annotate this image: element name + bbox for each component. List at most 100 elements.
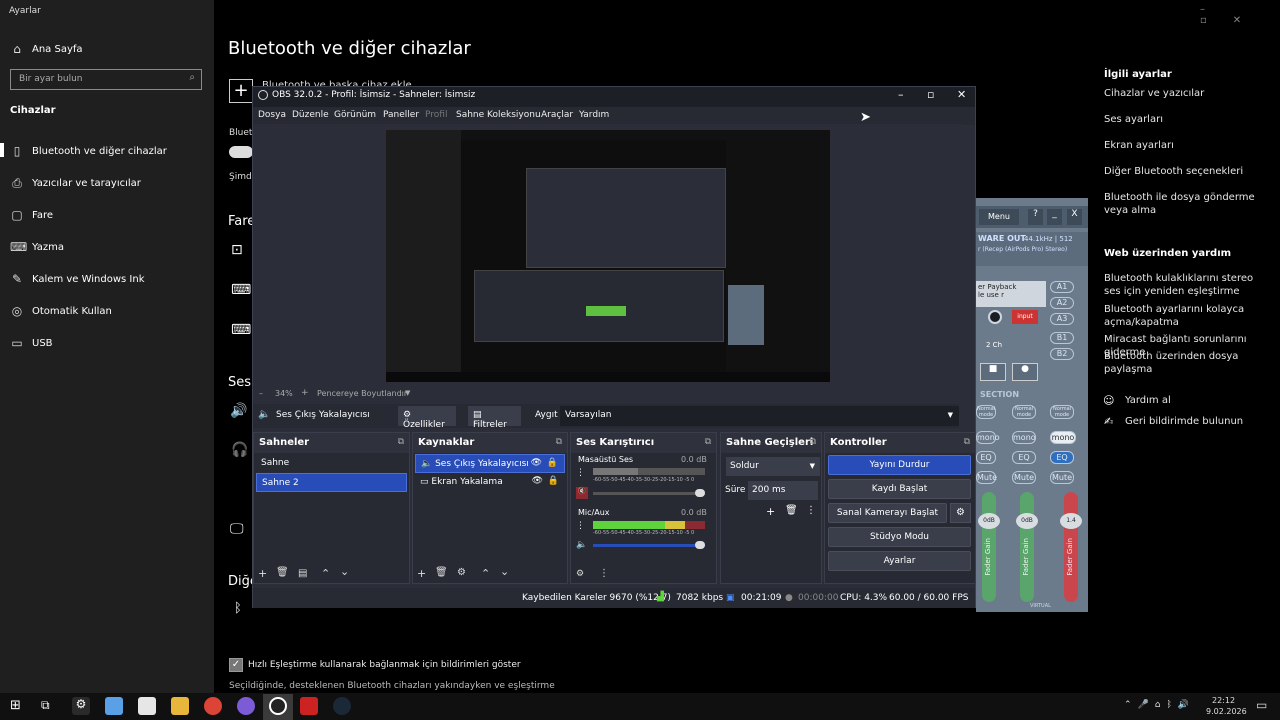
source-item[interactable]: ▭ Ekran Yakalama 👁 🔒 [415, 473, 565, 492]
gear-icon[interactable]: ⚙ [457, 567, 466, 578]
eye-icon[interactable]: 👁 [531, 458, 542, 468]
speaker-icon[interactable]: 🔈 [576, 540, 587, 550]
vm-bus-a1[interactable]: A1 [1050, 281, 1074, 293]
discord-icon[interactable] [237, 697, 255, 715]
vm-eq-button-active[interactable]: EQ [1050, 451, 1074, 464]
menu-tools[interactable]: Araçlar [541, 110, 573, 120]
nav-printers[interactable]: ⎙ Yazıcılar ve tarayıcılar [10, 176, 141, 191]
help-link[interactable]: Bluetooth ayarlarını kolayca açma/kapatm… [1104, 303, 1264, 329]
vm-mono-button-active[interactable]: mono [1050, 431, 1076, 444]
add-icon[interactable]: + [417, 567, 426, 580]
menu-view[interactable]: Görünüm [334, 110, 376, 120]
vm-bus-b1[interactable]: B1 [1050, 332, 1074, 344]
tray-icons[interactable]: ⌃🎤⌂ᛒ🔊 [1124, 700, 1195, 710]
vm-mute-button[interactable]: Mute [1050, 471, 1074, 484]
vm-mono-button[interactable]: mono [976, 431, 1000, 444]
eye-icon[interactable]: 👁 [532, 476, 543, 486]
popout-icon[interactable]: ⧉ [810, 437, 816, 447]
vm-stop-button[interactable]: ■ [980, 363, 1006, 381]
vm-fader-knob[interactable]: 0dB [978, 513, 1000, 529]
related-link[interactable]: Bluetooth ile dosya gönderme veya alma [1104, 191, 1264, 217]
volume-slider-handle[interactable] [695, 541, 705, 549]
bluetooth-toggle[interactable] [229, 146, 253, 158]
volume-slider[interactable] [593, 492, 705, 495]
kebab-icon[interactable]: ⋮ [576, 521, 585, 531]
nav-autoplay[interactable]: ◎ Otomatik Kullan [10, 304, 112, 318]
vm-mode-button[interactable]: Normal mode [976, 405, 996, 419]
device-select[interactable]: Varsayılan ▼ [560, 406, 959, 426]
preview-canvas[interactable] [386, 130, 830, 382]
chevron-down-icon[interactable]: ▼ [405, 389, 410, 397]
vm-minimize-button[interactable]: _ [1047, 209, 1062, 225]
nav-typing[interactable]: ⌨ Yazma [10, 240, 64, 254]
kebab-icon[interactable]: ⋮ [576, 468, 585, 478]
scene-item[interactable]: Sahne [256, 454, 407, 473]
studio-mode-button[interactable]: Stüdyo Modu [828, 527, 971, 547]
close-icon[interactable]: ✕ [957, 88, 966, 101]
mute-icon[interactable]: 🔇 [576, 487, 588, 499]
popout-icon[interactable]: ⧉ [556, 437, 562, 447]
start-icon[interactable]: ⊞ [10, 698, 21, 713]
zoom-fit[interactable]: Pencereye Boyutlandır [317, 389, 407, 398]
chevron-down-icon[interactable]: ⌄ [500, 565, 509, 578]
home-link[interactable]: ⌂ Ana Sayfa [10, 42, 82, 56]
help-link[interactable]: Bluetooth kulaklıklarını stereo ses için… [1104, 272, 1264, 298]
start-virtual-camera-button[interactable]: Sanal Kamerayı Başlat [828, 503, 947, 523]
related-link[interactable]: Ekran ayarları [1104, 139, 1264, 152]
vm-fader-knob[interactable]: 1.4 [1060, 513, 1082, 529]
folder-icon[interactable] [171, 697, 189, 715]
popout-icon[interactable]: ⧉ [398, 437, 404, 447]
filters-button[interactable]: ▤ Filtreler [468, 406, 521, 430]
source-item-selected[interactable]: 🔈 Ses Çıkış Yakalayıcısı 👁 🔒 [415, 454, 565, 473]
vm-fader-knob[interactable]: 0dB [1016, 513, 1038, 529]
nav-bluetooth[interactable]: ▯ Bluetooth ve diğer cihazlar [10, 144, 167, 158]
vm-eq-button[interactable]: EQ [1012, 451, 1036, 464]
popout-icon[interactable]: ⧉ [705, 437, 711, 447]
notification-icon[interactable]: ▭ [1256, 698, 1267, 712]
vm-record-button[interactable]: ● [1012, 363, 1038, 381]
gear-icon[interactable]: ⚙ [576, 569, 584, 579]
related-link[interactable]: Cihazlar ve yazıcılar [1104, 87, 1264, 100]
clock-time[interactable]: 22:12 [1212, 696, 1235, 705]
add-icon[interactable]: + [258, 567, 267, 580]
maximize-icon[interactable]: ▫ [927, 88, 934, 101]
window-controls[interactable]: –▫✕ [1200, 4, 1280, 26]
chevron-down-icon[interactable]: ⌄ [340, 565, 349, 578]
steam-icon[interactable] [333, 697, 351, 715]
related-link[interactable]: Diğer Bluetooth seçenekleri [1104, 165, 1264, 178]
vm-bus-a3[interactable]: A3 [1050, 313, 1074, 325]
feedback-link[interactable]: Geri bildirimde bulunun [1125, 416, 1243, 427]
nav-usb[interactable]: ▭ USB [10, 336, 52, 350]
vm-mute-button[interactable]: Mute [976, 471, 997, 484]
vm-mono-button[interactable]: mono [1012, 431, 1036, 444]
kebab-icon[interactable]: ⋮ [806, 505, 816, 516]
get-help-link[interactable]: Yardım al [1125, 395, 1171, 406]
menu-edit[interactable]: Düzenle [292, 110, 329, 120]
zoom-in-icon[interactable]: + [301, 388, 309, 398]
search-icon[interactable]: ⌕ [189, 72, 195, 83]
add-icon[interactable]: + [766, 505, 775, 518]
settings-app-icon[interactable]: ⚙ [72, 697, 90, 715]
scene-item-selected[interactable]: Sahne 2 [256, 473, 407, 492]
menu-scene-collection[interactable]: Sahne Koleksiyonu [456, 110, 541, 120]
nav-pen[interactable]: ✎ Kalem ve Windows Ink [10, 272, 145, 286]
add-device-icon[interactable]: + [229, 79, 253, 103]
vm-menu-button[interactable]: Menu [979, 209, 1019, 225]
search-input[interactable]: Bir ayar bulun ⌕ [10, 69, 202, 90]
related-link[interactable]: Ses ayarları [1104, 113, 1264, 126]
vm-close-button[interactable]: X [1067, 209, 1082, 225]
menu-profile[interactable]: Profil [425, 110, 447, 120]
chevron-up-icon[interactable]: ⌃ [321, 567, 330, 580]
store-icon[interactable] [138, 697, 156, 715]
vm-input-badge[interactable]: input [1012, 310, 1038, 324]
minimize-icon[interactable]: – [898, 88, 904, 101]
kebab-icon[interactable]: ⋮ [599, 568, 609, 579]
zoom-out-icon[interactable]: – [259, 389, 263, 398]
menu-docks[interactable]: Paneller [383, 110, 419, 120]
vm-knob-icon[interactable] [988, 310, 1002, 324]
trash-icon[interactable]: 🗑 [785, 505, 798, 516]
popout-icon[interactable]: ⧉ [964, 437, 970, 447]
properties-button[interactable]: ⚙ Özellikler [398, 406, 456, 430]
volume-slider-handle[interactable] [695, 489, 705, 497]
swift-pair-checkbox[interactable]: ✓ [229, 658, 243, 672]
